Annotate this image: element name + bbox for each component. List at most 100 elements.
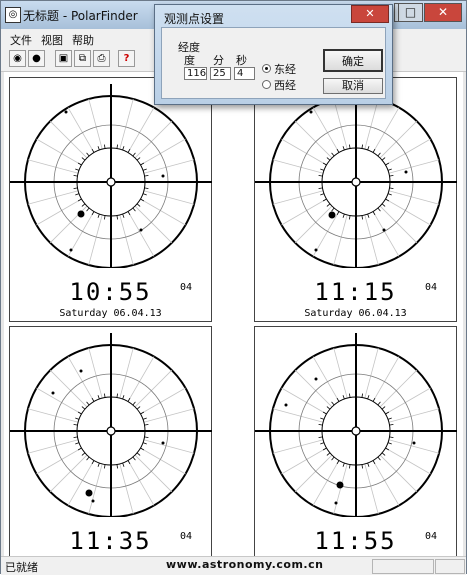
hour-line: [49, 454, 88, 493]
target-icon[interactable]: ◉: [9, 50, 26, 67]
hour-line: [119, 463, 134, 515]
hour-line: [67, 356, 95, 402]
tick-mark: [322, 162, 327, 166]
dialog-close-button[interactable]: ✕: [351, 5, 389, 23]
hour-line: [119, 214, 134, 266]
tick-mark: [372, 460, 376, 465]
tick-mark: [104, 464, 106, 469]
tick-mark: [140, 162, 145, 166]
hour-line: [388, 408, 440, 423]
tick-mark: [377, 207, 381, 212]
compass-icon[interactable]: ◎: [5, 7, 21, 23]
save-icon[interactable]: ▣: [55, 50, 72, 67]
tick-mark: [122, 395, 125, 400]
tick-mark: [385, 162, 390, 166]
tick-mark: [336, 460, 340, 465]
print-icon[interactable]: ⎙: [93, 50, 110, 67]
tick-mark: [361, 393, 363, 398]
degree-label: 度: [184, 54, 195, 67]
hour-line: [127, 460, 155, 506]
tick-mark: [142, 442, 147, 445]
hour-line: [49, 120, 88, 159]
tick-mark: [104, 144, 106, 149]
tick-mark: [127, 397, 131, 402]
tick-mark: [361, 215, 363, 220]
tick-mark: [367, 462, 370, 467]
tick-mark: [97, 462, 100, 467]
tick-mark: [132, 152, 136, 157]
menu-view[interactable]: 视图: [41, 32, 63, 48]
star-dot: [161, 174, 165, 178]
hour-line: [119, 98, 134, 150]
ok-button[interactable]: 确定: [323, 49, 383, 72]
window-title: 无标题 - PolarFinder: [23, 9, 138, 23]
menu-file[interactable]: 文件: [10, 32, 32, 48]
menu-help[interactable]: 帮助: [72, 32, 94, 48]
tick-mark: [326, 452, 331, 456]
hour-line: [143, 190, 195, 205]
maximize-button[interactable]: □: [398, 3, 423, 22]
tick-mark: [336, 148, 340, 153]
star-dot: [382, 228, 386, 232]
moon-icon[interactable]: ●: [28, 50, 45, 67]
tick-mark: [349, 215, 351, 220]
tick-mark: [361, 464, 363, 469]
tick-mark: [326, 203, 331, 207]
west-radio[interactable]: [262, 80, 271, 89]
tick-mark: [86, 152, 90, 157]
tick-mark: [144, 436, 149, 438]
clock-date: Saturday 06.04.13: [304, 308, 407, 319]
tick-mark: [342, 395, 345, 400]
tick-mark: [122, 146, 125, 151]
tick-mark: [389, 175, 394, 177]
tick-mark: [116, 215, 118, 220]
hour-line: [333, 98, 348, 150]
hour-line: [388, 159, 440, 174]
tick-mark: [320, 168, 325, 171]
second-label: 秒: [236, 54, 247, 67]
tick-mark: [385, 411, 390, 415]
hour-line: [372, 211, 400, 257]
second-input[interactable]: 4: [234, 67, 255, 80]
tick-mark: [336, 397, 340, 402]
hour-line: [36, 138, 82, 166]
tick-mark: [320, 193, 325, 196]
tick-mark: [91, 397, 95, 402]
tick-mark: [142, 193, 147, 196]
hour-line: [385, 447, 431, 475]
tick-mark: [75, 417, 80, 420]
tick-mark: [86, 207, 90, 212]
cancel-button[interactable]: 取消: [323, 78, 383, 94]
tick-mark: [81, 452, 86, 456]
help-icon[interactable]: ?: [118, 50, 135, 67]
hour-line: [364, 98, 379, 150]
minute-label: 分: [213, 54, 224, 67]
degree-input[interactable]: 116: [184, 67, 207, 80]
close-button[interactable]: ✕: [424, 3, 462, 22]
hour-line: [333, 347, 348, 399]
tick-mark: [361, 144, 363, 149]
minute-input[interactable]: 25: [210, 67, 231, 80]
hour-line: [379, 205, 418, 244]
star-dot: [284, 403, 288, 407]
hour-line: [140, 447, 186, 475]
tick-mark: [81, 406, 86, 410]
tick-mark: [104, 393, 106, 398]
tick-mark: [389, 436, 394, 438]
tick-mark: [326, 406, 331, 410]
tick-mark: [97, 395, 100, 400]
east-label: 东经: [274, 63, 296, 76]
hour-line: [294, 369, 333, 408]
star-dot: [79, 369, 83, 373]
tick-mark: [322, 198, 327, 202]
hour-line: [294, 454, 333, 493]
tick-mark: [389, 187, 394, 189]
hour-line: [134, 205, 173, 244]
tick-mark: [81, 203, 86, 207]
copy-icon[interactable]: ⧉: [74, 50, 91, 67]
hour-line: [143, 439, 195, 454]
east-radio[interactable]: [262, 64, 271, 73]
hour-line: [364, 463, 379, 515]
hour-line: [281, 387, 327, 415]
location-dialog: 观测点设置 ✕ 经度 度 分 秒 116 25 4 东经 西经 确定 取消: [154, 4, 393, 105]
